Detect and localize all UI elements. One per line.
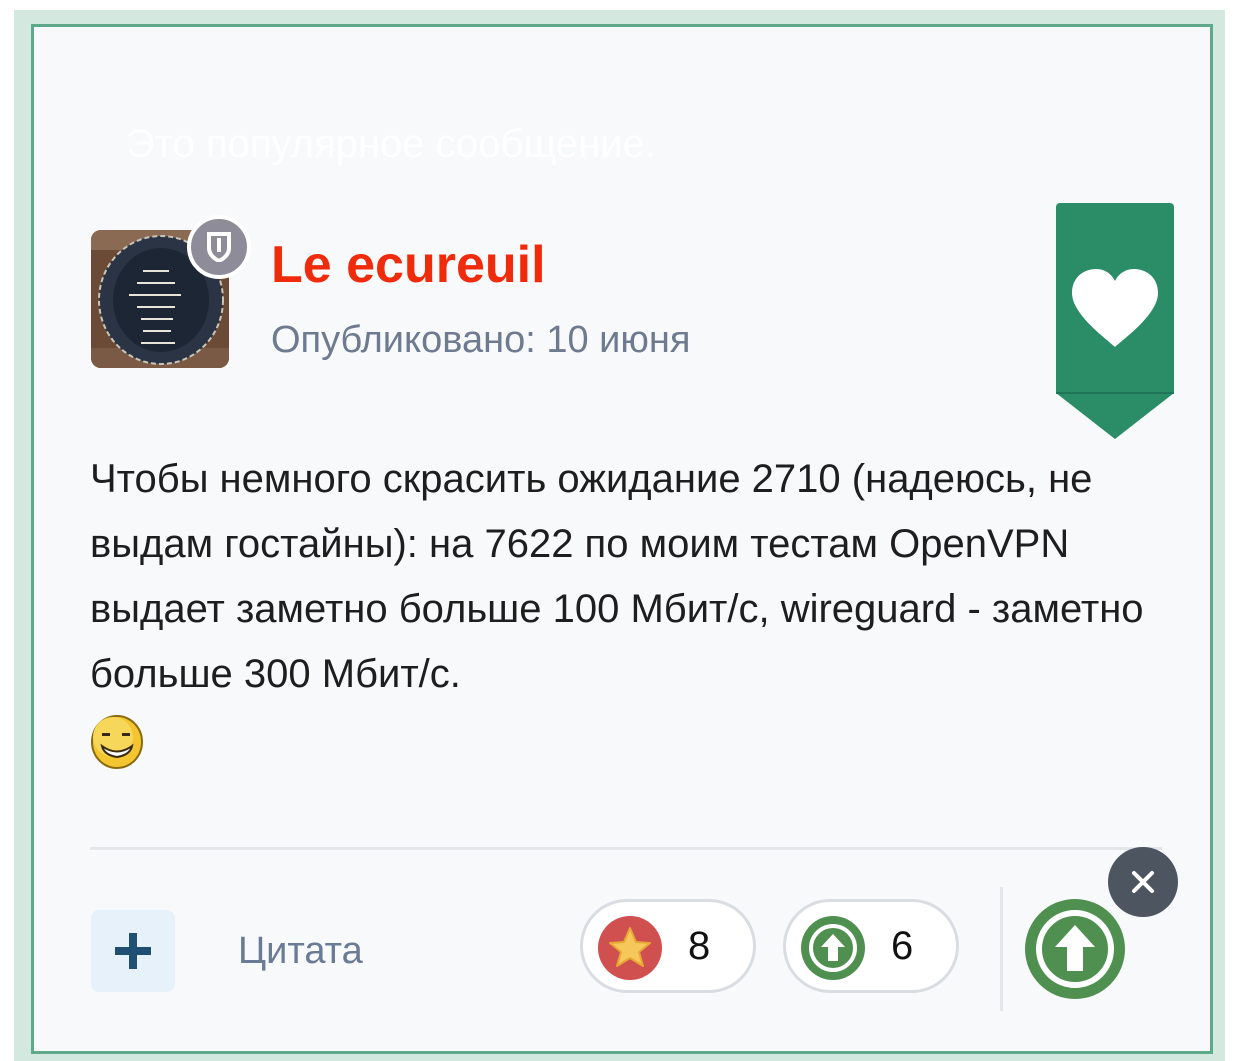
like-ribbon-button[interactable] — [1056, 203, 1174, 439]
shield-icon — [187, 215, 251, 279]
star-icon — [598, 916, 662, 980]
quote-button[interactable]: Цитата — [238, 930, 363, 973]
close-icon — [1132, 871, 1154, 893]
reaction-star-pill[interactable]: 8 — [580, 899, 756, 993]
add-quote-button[interactable] — [91, 910, 175, 992]
reaction-upvote-pill[interactable]: 6 — [783, 899, 959, 993]
published-date: Опубликовано: 10 июня — [271, 319, 691, 361]
reaction-count: 6 — [891, 924, 914, 968]
plus-icon — [115, 933, 151, 969]
upvote-icon — [801, 916, 865, 980]
author-name[interactable]: Le ecureuil — [271, 235, 546, 295]
footer-divider — [90, 847, 1162, 850]
close-button[interactable] — [1108, 847, 1178, 917]
grin-emoji-icon — [91, 715, 143, 769]
footer-separator — [1000, 887, 1003, 1011]
post-text: Чтобы немного скрасить ожидание 2710 (на… — [90, 457, 1144, 696]
upvote-icon — [1025, 899, 1125, 999]
upvote-button[interactable] — [1023, 897, 1127, 1001]
popular-post-banner: Это популярное сообщение. — [126, 122, 656, 166]
post-card: Это популярное сообщение. Le ecureuil Оп… — [31, 24, 1213, 1054]
reaction-count: 8 — [688, 924, 711, 968]
post-body: Чтобы немного скрасить ожидание 2710 (на… — [90, 447, 1160, 769]
